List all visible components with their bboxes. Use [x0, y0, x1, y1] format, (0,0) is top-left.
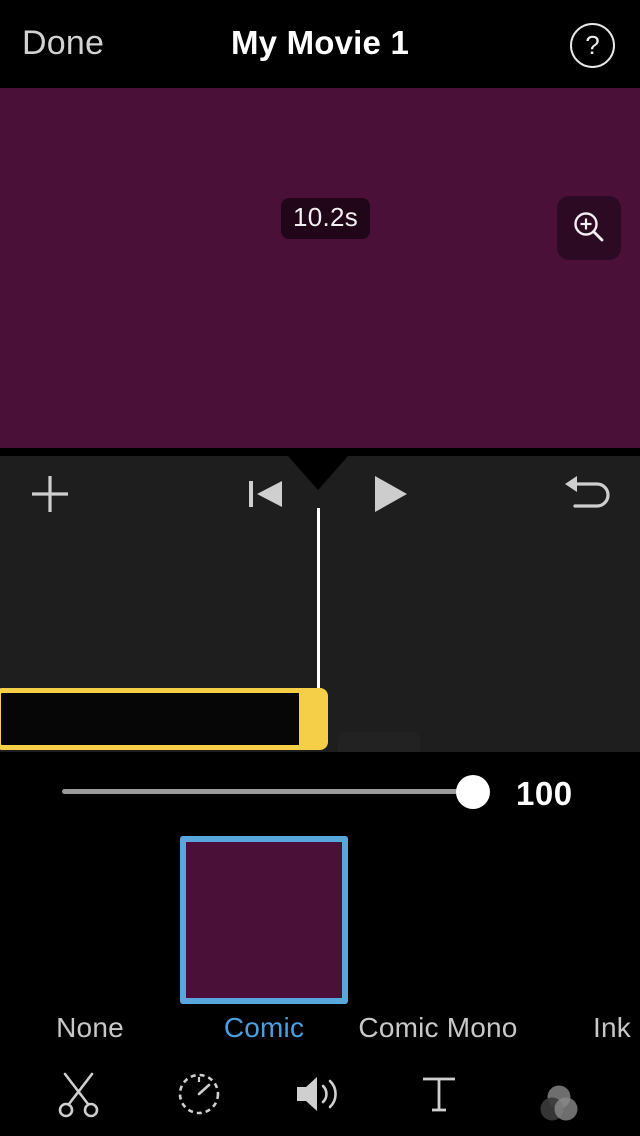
filter-label: Comic Mono	[358, 1012, 518, 1043]
top-navigation-bar: Done My Movie 1 ?	[0, 0, 640, 88]
help-button[interactable]: ?	[570, 23, 615, 68]
playhead-marker	[288, 456, 348, 490]
timeline-controls	[0, 456, 640, 531]
filter-label: None	[56, 1012, 124, 1043]
filter-option-comic-mono[interactable]: Comic Mono	[351, 836, 525, 1044]
speed-tool-button[interactable]	[168, 1064, 230, 1124]
cut-tool-button[interactable]	[48, 1064, 110, 1124]
video-preview[interactable]: 10.2s	[0, 88, 640, 448]
timeline-clip-row	[0, 688, 640, 762]
selected-video-clip[interactable]	[0, 688, 304, 750]
text-t-icon	[423, 1077, 455, 1112]
undo-icon	[565, 476, 610, 508]
undo-button[interactable]	[560, 470, 622, 520]
timecode-badge: 10.2s	[281, 198, 371, 239]
clip-trim-handle-right[interactable]	[299, 688, 328, 750]
speedometer-icon	[178, 1073, 220, 1115]
zoom-in-button[interactable]	[557, 196, 621, 260]
play-icon	[375, 476, 407, 512]
plus-icon	[32, 476, 68, 512]
filter-thumbnail	[528, 836, 640, 1004]
page-title: My Movie 1	[230, 24, 410, 61]
magnifier-plus-icon	[574, 212, 604, 242]
filter-swatch	[360, 842, 516, 998]
scissors-icon	[58, 1072, 99, 1118]
slider-thumb[interactable]	[456, 775, 490, 809]
filter-intensity-row: 100	[0, 752, 640, 830]
imovie-editor-screen: Done My Movie 1 ? 10.2s 100 None Comic C…	[0, 0, 640, 1136]
filter-thumbnail	[6, 836, 174, 1004]
filter-label: Comic	[223, 1012, 305, 1043]
filter-label: Ink	[593, 1012, 631, 1043]
play-button[interactable]	[362, 470, 418, 518]
titles-tool-button[interactable]	[408, 1064, 470, 1124]
add-media-button[interactable]	[22, 466, 78, 522]
skip-to-start-button[interactable]	[242, 472, 292, 516]
filters-tool-button[interactable]	[528, 1074, 590, 1134]
filter-swatch	[534, 842, 640, 998]
question-mark-icon: ?	[585, 30, 600, 60]
filter-option-none[interactable]: None	[3, 836, 177, 1044]
skip-to-start-icon	[249, 481, 282, 507]
slider-value-label: 100	[516, 775, 573, 812]
speaker-icon	[297, 1077, 337, 1111]
timeline-panel[interactable]	[0, 456, 640, 762]
volume-tool-button[interactable]	[288, 1064, 350, 1124]
filter-intensity-slider[interactable]	[62, 789, 476, 794]
filter-option-ink[interactable]: Ink	[525, 836, 640, 1044]
filter-swatch	[186, 842, 342, 998]
bottom-toolbar	[0, 1052, 640, 1136]
filter-swatch	[12, 842, 168, 998]
filter-carousel[interactable]: None Comic Comic Mono Ink	[0, 830, 640, 1052]
filters-circles-icon	[540, 1085, 578, 1121]
playhead-line[interactable]	[317, 508, 320, 712]
filter-option-comic[interactable]: Comic	[177, 836, 351, 1044]
filter-thumbnail	[180, 836, 348, 1004]
filter-thumbnail	[354, 836, 522, 1004]
